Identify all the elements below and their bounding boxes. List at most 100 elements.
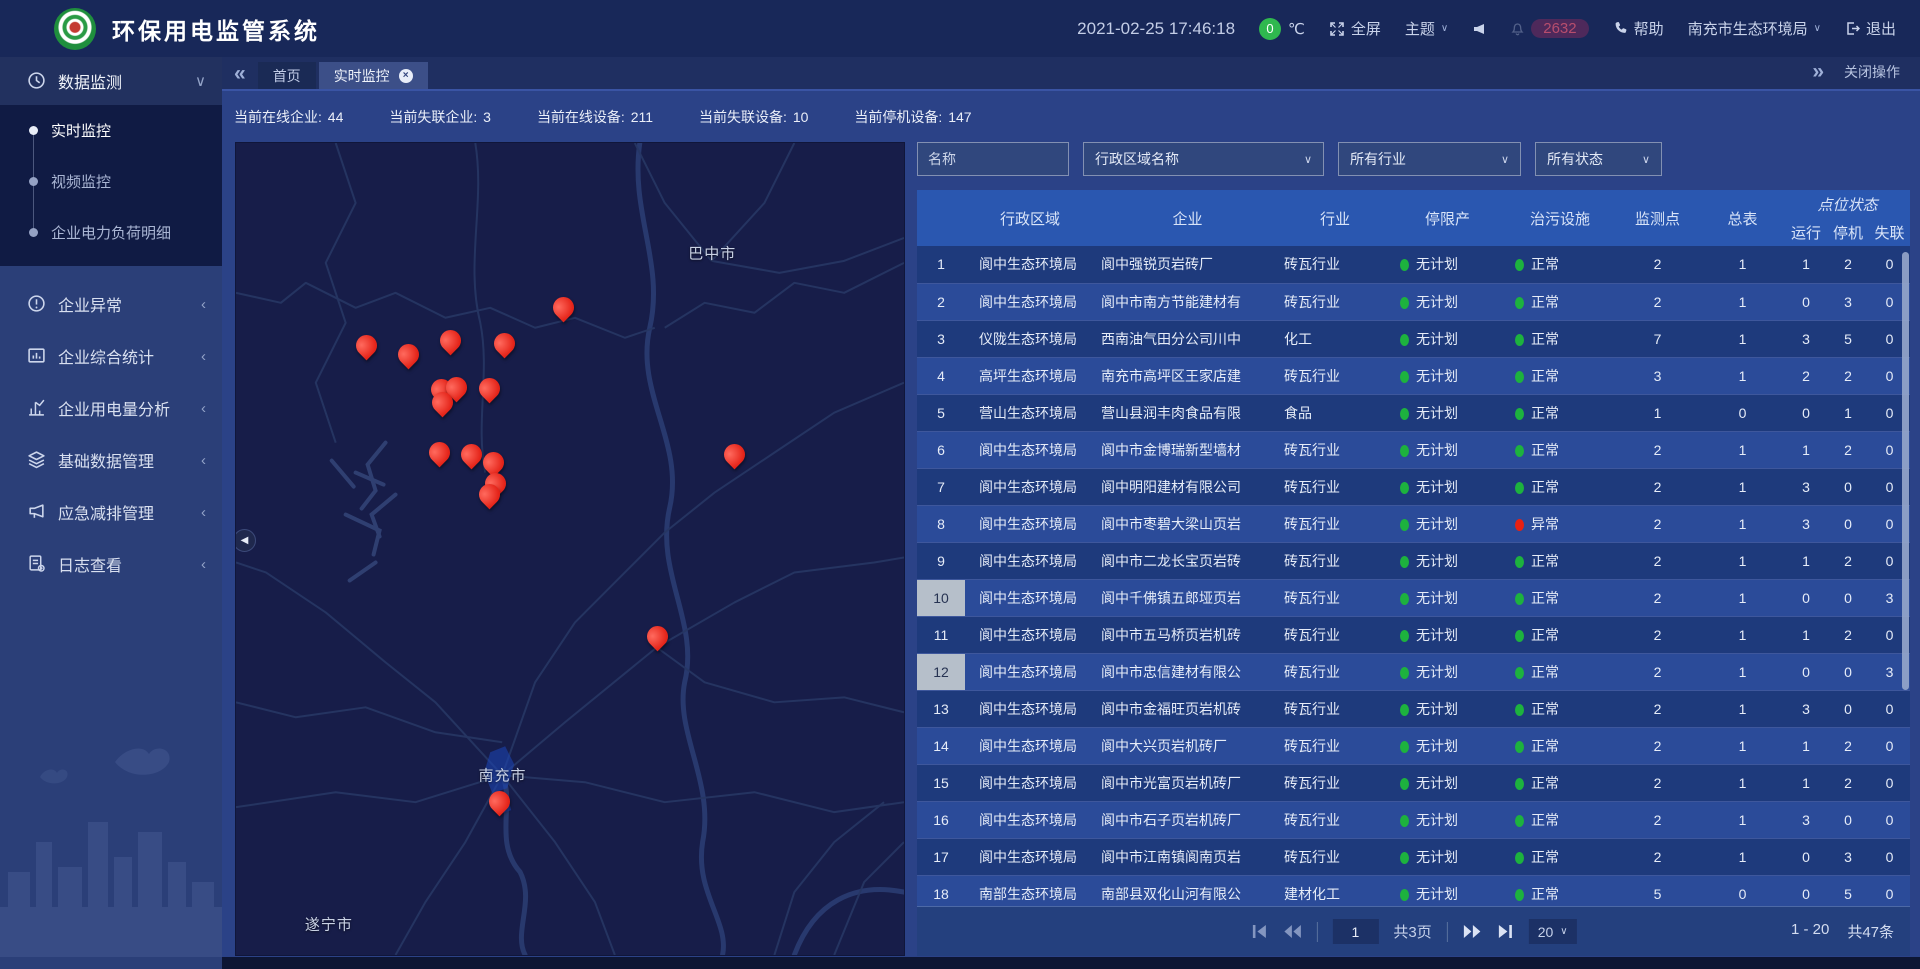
sidebar-item-0[interactable]: 数据监测∨: [0, 57, 222, 105]
row-region: 阆中生态环境局: [965, 838, 1095, 875]
row-meters: 1: [1700, 246, 1785, 283]
row-meters: 1: [1700, 764, 1785, 801]
table-row[interactable]: 7阆中生态环境局阆中明阳建材有限公司砖瓦行业无计划正常21300: [917, 468, 1910, 505]
table-row[interactable]: 12阆中生态环境局阆中市忠信建材有限公砖瓦行业无计划正常21003: [917, 653, 1910, 690]
last-page-icon: [1497, 924, 1514, 939]
row-seq: 4: [917, 357, 965, 394]
row-running: 1: [1785, 616, 1827, 653]
notifications[interactable]: 2632: [1510, 19, 1588, 38]
org-menu[interactable]: 南充市生态环境局 ∨: [1688, 18, 1821, 39]
table-row[interactable]: 3仪陇生态环境局西南油气田分公司川中化工无计划正常71350: [917, 320, 1910, 357]
tab-realtime-monitor[interactable]: 实时监控 ×: [319, 62, 428, 89]
sidebar-subitem[interactable]: 实时监控: [0, 105, 222, 156]
table-row[interactable]: 11阆中生态环境局阆中市五马桥页岩机砖砖瓦行业无计划正常21120: [917, 616, 1910, 653]
sidebar-item-6[interactable]: 日志查看‹: [0, 538, 222, 590]
help-button[interactable]: 帮助: [1613, 18, 1664, 39]
row-running: 1: [1785, 764, 1827, 801]
row-facility-status: 正常: [1505, 653, 1615, 690]
table-row[interactable]: 14阆中生态环境局阆中大兴页岩机砖厂砖瓦行业无计划正常21120: [917, 727, 1910, 764]
sidebar-item-1[interactable]: 企业异常‹: [0, 278, 222, 330]
row-production-status: 无计划: [1390, 838, 1505, 875]
name-search-input[interactable]: [917, 142, 1069, 176]
row-facility-status: 正常: [1505, 616, 1615, 653]
row-points: 2: [1615, 431, 1700, 468]
logout-button[interactable]: 退出: [1845, 18, 1896, 39]
row-region: 阆中生态环境局: [965, 283, 1095, 320]
table-row[interactable]: 6阆中生态环境局阆中市金博瑞新型墙材砖瓦行业无计划正常21120: [917, 431, 1910, 468]
row-region: 阆中生态环境局: [965, 505, 1095, 542]
table-row[interactable]: 4高坪生态环境局南充市高坪区王家店建砖瓦行业无计划正常31220: [917, 357, 1910, 394]
tabs-scroll-left-icon[interactable]: «: [234, 63, 246, 84]
fullscreen-icon: [1329, 21, 1345, 37]
page-number-input[interactable]: [1332, 919, 1378, 944]
row-stopped: 0: [1827, 653, 1869, 690]
chevron-collapsed-icon: ‹: [201, 400, 206, 417]
page-size-select[interactable]: 20 ∨: [1529, 919, 1577, 944]
sidebar: 数据监测∨实时监控视频监控企业电力负荷明细企业异常‹企业综合统计‹企业用电量分析…: [0, 57, 222, 969]
row-stopped: 5: [1827, 875, 1869, 906]
sidebar-item-label: 企业异常: [58, 292, 122, 316]
status-select[interactable]: 所有状态 ∨: [1535, 142, 1662, 176]
region-select[interactable]: 行政区域名称 ∨: [1083, 142, 1324, 176]
sound-mute-button[interactable]: [1472, 22, 1486, 36]
sidebar-item-4[interactable]: 基础数据管理‹: [0, 434, 222, 486]
row-stopped: 2: [1827, 431, 1869, 468]
row-meters: 1: [1700, 505, 1785, 542]
close-tab-icon[interactable]: ×: [399, 69, 413, 83]
last-page-button[interactable]: [1497, 924, 1514, 939]
table-row[interactable]: 10阆中生态环境局阆中千佛镇五郎垭页岩砖瓦行业无计划正常21003: [917, 579, 1910, 616]
chevron-down-icon: ∨: [1441, 23, 1448, 34]
table-row[interactable]: 16阆中生态环境局阆中市石子页岩机砖厂砖瓦行业无计划正常21300: [917, 801, 1910, 838]
table-scrollbar[interactable]: [1902, 252, 1909, 690]
row-seq: 3: [917, 320, 965, 357]
row-production-status: 无计划: [1390, 653, 1505, 690]
sidebar-item-label: 企业综合统计: [58, 344, 154, 368]
row-meters: 1: [1700, 690, 1785, 727]
table-row[interactable]: 18南部生态环境局南部县双化山河有限公建材化工无计划正常50050: [917, 875, 1910, 906]
theme-menu[interactable]: 主题 ∨: [1405, 18, 1448, 39]
stat-value: 211: [631, 109, 653, 125]
sidebar-item-label: 企业用电量分析: [58, 396, 170, 420]
stat-value: 147: [948, 109, 971, 125]
table-row[interactable]: 15阆中生态环境局阆中市光富页岩机砖厂砖瓦行业无计划正常21120: [917, 764, 1910, 801]
row-offline: 0: [1869, 764, 1910, 801]
row-production-status: 无计划: [1390, 394, 1505, 431]
row-running: 1: [1785, 542, 1827, 579]
status-dot-green-icon: [1400, 630, 1409, 642]
sidebar-item-5[interactable]: 应急减排管理‹: [0, 486, 222, 538]
table-row[interactable]: 9阆中生态环境局阆中市二龙长宝页岩砖砖瓦行业无计划正常21120: [917, 542, 1910, 579]
table-row[interactable]: 1阆中生态环境局阆中强锐页岩砖厂砖瓦行业无计划正常21120: [917, 246, 1910, 283]
first-page-button[interactable]: [1250, 924, 1267, 939]
status-dot-green-icon: [1400, 408, 1409, 420]
map-canvas[interactable]: ◀ 巴中市南充市遂宁市: [235, 142, 905, 956]
row-industry: 化工: [1280, 320, 1390, 357]
close-operations-button[interactable]: 关闭操作: [1844, 62, 1900, 82]
fullscreen-button[interactable]: 全屏: [1329, 18, 1381, 39]
col-company: 企业: [1095, 190, 1280, 246]
sidebar-subitem[interactable]: 视频监控: [0, 156, 222, 207]
sidebar-item-3[interactable]: 企业用电量分析 ‹: [0, 382, 222, 434]
row-offline: 0: [1869, 690, 1910, 727]
sidebar-item-2[interactable]: 企业综合统计‹: [0, 330, 222, 382]
row-running: 0: [1785, 579, 1827, 616]
table-row[interactable]: 17阆中生态环境局阆中市江南镇阆南页岩砖瓦行业无计划正常21030: [917, 838, 1910, 875]
table-row[interactable]: 5营山生态环境局营山县润丰肉食品有限食品无计划正常10010: [917, 394, 1910, 431]
industry-select[interactable]: 所有行业 ∨: [1338, 142, 1521, 176]
tabs-scroll-right-icon[interactable]: »: [1812, 61, 1824, 82]
stat-value: 10: [793, 109, 809, 125]
tab-home[interactable]: 首页: [258, 62, 316, 89]
table-row[interactable]: 13阆中生态环境局阆中市金福旺页岩机砖砖瓦行业无计划正常21300: [917, 690, 1910, 727]
sidebar-subitem[interactable]: 企业电力负荷明细: [0, 207, 222, 258]
prev-page-button[interactable]: [1282, 924, 1301, 939]
table-row[interactable]: 2阆中生态环境局阆中市南方节能建材有砖瓦行业无计划正常21030: [917, 283, 1910, 320]
sidebar-subitem-label: 视频监控: [51, 171, 111, 192]
stat-label: 当前在线设备:: [537, 109, 629, 125]
stats-window-icon: [27, 346, 47, 366]
row-facility-status: 正常: [1505, 875, 1615, 906]
row-points: 2: [1615, 727, 1700, 764]
chevron-collapsed-icon: ‹: [201, 556, 206, 573]
sidebar-subitem-label: 企业电力负荷明细: [51, 222, 171, 243]
next-page-button[interactable]: [1463, 924, 1482, 939]
table-row[interactable]: 8阆中生态环境局阆中市枣碧大梁山页岩砖瓦行业无计划异常21300: [917, 505, 1910, 542]
row-running: 0: [1785, 653, 1827, 690]
